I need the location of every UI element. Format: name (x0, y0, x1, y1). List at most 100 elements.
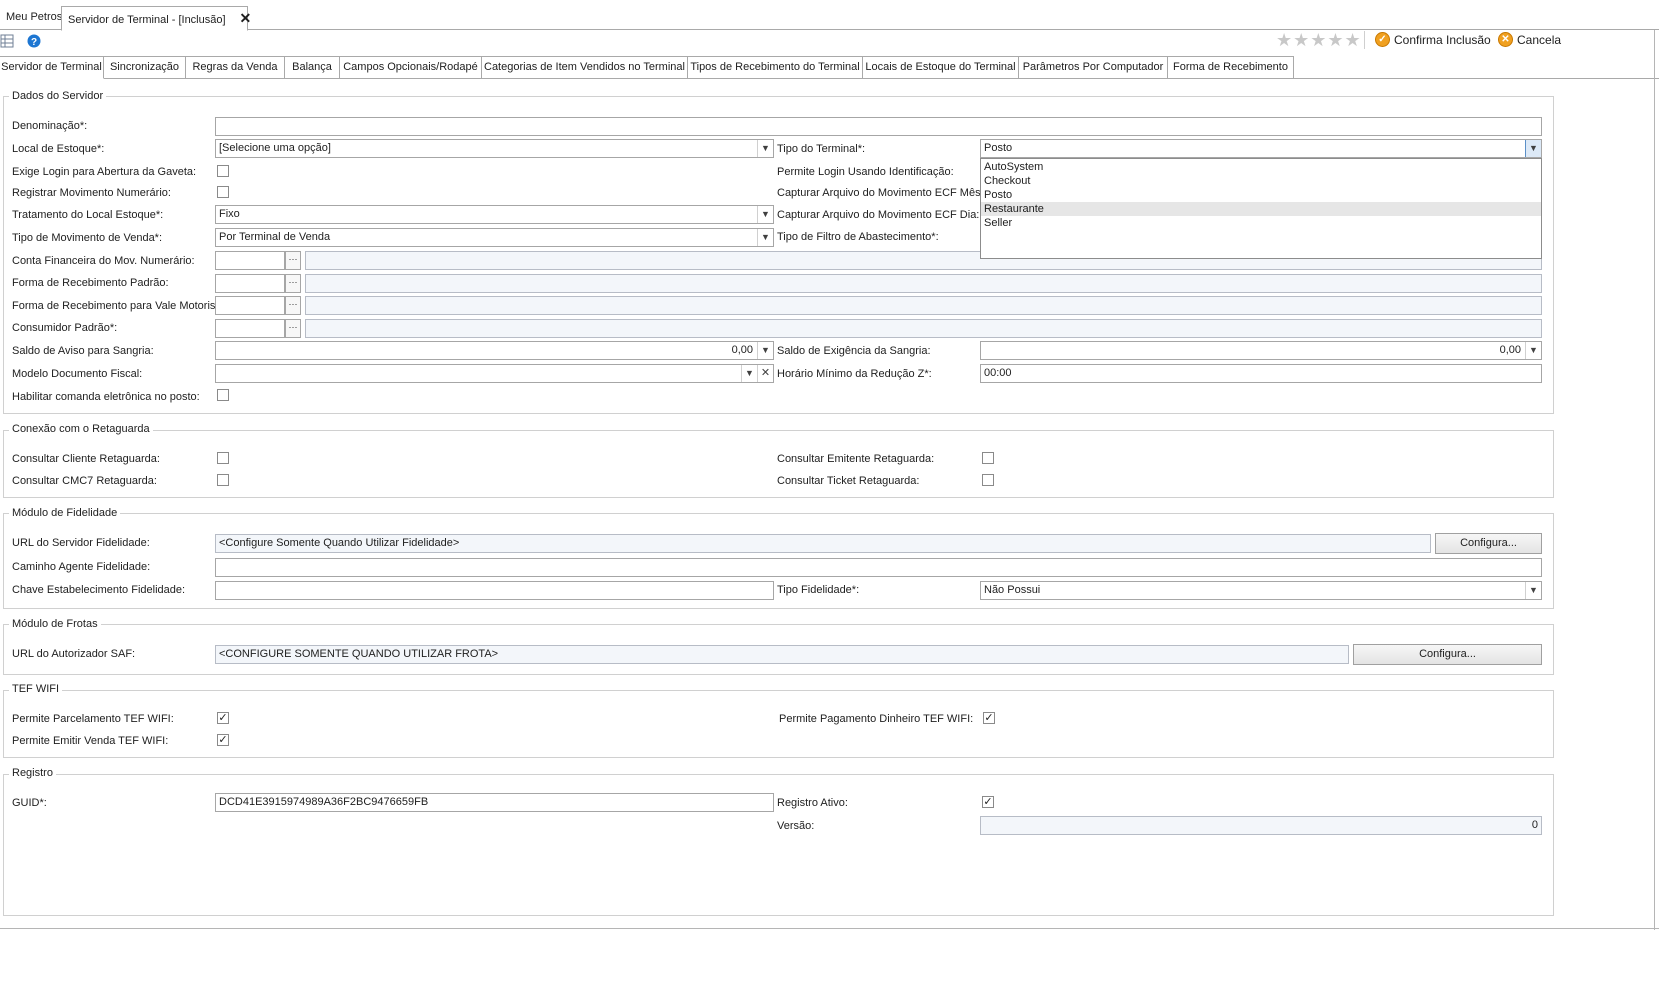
local-estoque-select[interactable]: [Selecione uma opção] ▼ (215, 139, 774, 158)
emitente-checkbox[interactable] (982, 452, 994, 464)
help-icon[interactable]: ? (27, 34, 43, 50)
tab-sincronizacao[interactable]: Sincronização (104, 56, 186, 79)
conta-fin-lookup-button[interactable]: ··· (285, 251, 301, 270)
group-title: TEF WIFI (9, 683, 63, 695)
forma-vale-lookup-button[interactable]: ··· (285, 296, 301, 315)
chave-label: Chave Estabelecimento Fidelidade: (12, 584, 186, 596)
forma-padrao-code-input[interactable] (215, 274, 285, 293)
tipo-fidelidade-select[interactable]: Não Possui ▼ (980, 581, 1542, 600)
caminho-input[interactable] (215, 558, 1542, 577)
dropdown-option[interactable]: Restaurante (981, 202, 1541, 216)
tab-label: Balança (292, 61, 332, 73)
tab-label: Locais de Estoque do Terminal (865, 61, 1016, 73)
grid-icon[interactable] (0, 34, 16, 50)
cliente-label: Consultar Cliente Retaguarda: (12, 453, 160, 465)
saldo-exig-input[interactable]: 0,00 ▼ (980, 341, 1542, 360)
close-icon[interactable]: ✕ (240, 10, 252, 26)
forma-vale-description (305, 296, 1542, 315)
forma-vale-code-input[interactable] (215, 296, 285, 315)
rating-stars-icon[interactable]: ★★★★★ (1276, 30, 1362, 51)
guid-label: GUID*: (12, 797, 47, 809)
tab-divider (104, 78, 1659, 79)
tipo-terminal-dropdown-list: AutoSystem Checkout Posto Restaurante Se… (980, 158, 1542, 259)
cancel-icon: ✕ (1498, 32, 1513, 47)
svg-text:?: ? (31, 37, 37, 48)
guid-input[interactable]: DCD41E3915974989A36F2BC9476659FB (215, 793, 774, 812)
permite-login-label: Permite Login Usando Identificação: (777, 166, 954, 178)
consumidor-code-input[interactable] (215, 319, 285, 338)
cmc7-checkbox[interactable] (217, 474, 229, 486)
saldo-aviso-input[interactable]: 0,00 ▼ (215, 341, 774, 360)
clear-icon[interactable]: ✕ (757, 365, 773, 382)
chevron-down-icon[interactable]: ▼ (741, 365, 757, 382)
conta-fin-code-input[interactable] (215, 251, 285, 270)
ticket-label: Consultar Ticket Retaguarda: (777, 475, 920, 487)
tab-locais-estoque[interactable]: Locais de Estoque do Terminal (863, 56, 1019, 79)
tab-label: Parâmetros Por Computador (1022, 61, 1164, 73)
ativo-label: Registro Ativo: (777, 797, 848, 809)
tab-tipos-recebimento[interactable]: Tipos de Recebimento do Terminal (688, 56, 863, 79)
tratamento-select[interactable]: Fixo ▼ (215, 205, 774, 224)
tipo-terminal-select[interactable]: Posto ▼ (980, 139, 1542, 158)
forma-vale-label: Forma de Recebimento para Vale Motorista… (12, 300, 228, 312)
chevron-down-icon[interactable]: ▼ (1525, 582, 1541, 599)
cliente-checkbox[interactable] (217, 452, 229, 464)
emitir-checkbox[interactable]: ✓ (217, 734, 229, 746)
tipo-terminal-label: Tipo do Terminal*: (777, 143, 866, 155)
exige-login-checkbox[interactable] (217, 165, 229, 177)
group-title: Dados do Servidor (9, 90, 107, 102)
tab-forma-recebimento[interactable]: Forma de Recebimento (1168, 56, 1294, 79)
doc-tab-meu-petros[interactable]: Meu Petros (0, 6, 70, 30)
dropdown-option[interactable]: Seller (981, 216, 1541, 230)
dropdown-option[interactable]: Posto (981, 188, 1541, 202)
tab-parametros-computador[interactable]: Parâmetros Por Computador (1019, 56, 1168, 79)
consumidor-lookup-button[interactable]: ··· (285, 319, 301, 338)
dinheiro-label: Permite Pagamento Dinheiro TEF WIFI: (779, 713, 974, 725)
tab-servidor-terminal[interactable]: Servidor de Terminal (0, 56, 104, 79)
modelo-doc-select[interactable]: ▼ ✕ (215, 364, 774, 383)
registrar-mov-checkbox[interactable] (217, 186, 229, 198)
tab-campos-opcionais[interactable]: Campos Opcionais/Rodapé (340, 56, 482, 79)
doc-tab-label: Servidor de Terminal - [Inclusão] (68, 14, 226, 26)
chevron-down-icon[interactable]: ▼ (1525, 342, 1541, 359)
parcelamento-checkbox[interactable]: ✓ (217, 712, 229, 724)
habilitar-label: Habilitar comanda eletrônica no posto: (12, 391, 200, 403)
versao-label: Versão: (777, 820, 815, 832)
chevron-down-icon[interactable]: ▼ (757, 229, 773, 246)
denominacao-input[interactable] (215, 117, 1542, 136)
forma-padrao-lookup-button[interactable]: ··· (285, 274, 301, 293)
doc-tab-label: Meu Petros (6, 11, 63, 23)
select-value: Não Possui (984, 584, 1041, 596)
consumidor-description (305, 319, 1542, 338)
habilitar-checkbox[interactable] (217, 389, 229, 401)
forma-padrao-description (305, 274, 1542, 293)
tab-regras-venda[interactable]: Regras da Venda (186, 56, 285, 79)
chevron-down-icon[interactable]: ▼ (1525, 140, 1541, 157)
tab-balanca[interactable]: Balança (285, 56, 340, 79)
document-tab-strip: Meu Petros Servidor de Terminal - [Inclu… (0, 0, 1659, 31)
dinheiro-checkbox[interactable]: ✓ (983, 712, 995, 724)
chave-input[interactable] (215, 581, 774, 600)
consumidor-label: Consumidor Padrão*: (12, 322, 118, 334)
cancel-button[interactable]: ✕ Cancela (1498, 32, 1561, 47)
chevron-down-icon[interactable]: ▼ (757, 140, 773, 157)
horario-label: Horário Mínimo da Redução Z*: (777, 368, 932, 380)
doc-tab-servidor-terminal[interactable]: Servidor de Terminal - [Inclusão] ✕ (61, 6, 251, 31)
confirm-inclusion-button[interactable]: ✓ Confirma Inclusão (1375, 32, 1491, 47)
select-value: [Selecione uma opção] (219, 142, 331, 154)
chevron-down-icon[interactable]: ▼ (757, 206, 773, 223)
tipo-filtro-label: Tipo de Filtro de Abastecimento*: (777, 231, 939, 243)
dropdown-option[interactable]: Checkout (981, 174, 1541, 188)
horario-input[interactable]: 00:00 (980, 364, 1542, 383)
dropdown-option[interactable]: AutoSystem (981, 160, 1541, 174)
configura-fidelidade-button[interactable]: Configura... (1435, 533, 1542, 554)
chevron-down-icon[interactable]: ▼ (757, 342, 773, 359)
tab-categorias-item[interactable]: Categorias de Item Vendidos no Terminal (482, 56, 688, 79)
ativo-checkbox[interactable]: ✓ (982, 796, 994, 808)
tratamento-label: Tratamento do Local Estoque*: (12, 209, 164, 221)
cancel-label: Cancela (1517, 32, 1562, 47)
tab-label: Sincronização (109, 61, 180, 73)
tipo-mov-select[interactable]: Por Terminal de Venda ▼ (215, 228, 774, 247)
configura-frota-button[interactable]: Configura... (1353, 644, 1542, 665)
ticket-checkbox[interactable] (982, 474, 994, 486)
